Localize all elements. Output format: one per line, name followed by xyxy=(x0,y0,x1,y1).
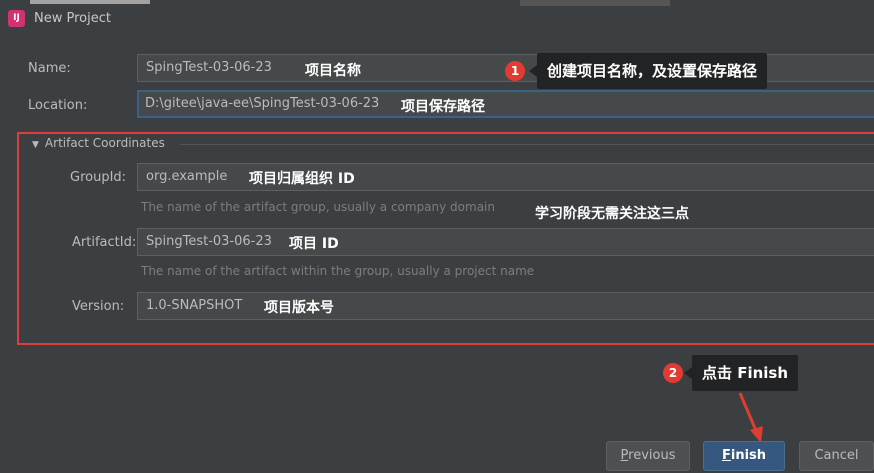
artifactid-field[interactable]: SpingTest-03-06-23 xyxy=(137,228,874,256)
version-value: 1.0-SNAPSHOT xyxy=(146,298,243,313)
groupid-value: org.example xyxy=(146,169,228,184)
section-divider xyxy=(180,144,874,145)
name-label: Name: xyxy=(28,61,71,76)
artifactid-label: ArtifactId: xyxy=(72,235,137,250)
artifactid-annotation: 项目 ID xyxy=(289,236,339,252)
location-value: D:\gitee\java-ee\SpingTest-03-06-23 xyxy=(145,96,380,111)
location-annotation: 项目保存路径 xyxy=(401,99,485,115)
groupid-hint: The name of the artifact group, usually … xyxy=(141,200,495,214)
title-bar-overlay xyxy=(520,0,670,6)
version-label: Version: xyxy=(72,299,125,314)
step-1-callout: 创建项目名称，及设置保存路径 xyxy=(528,53,768,89)
location-field[interactable]: D:\gitee\java-ee\SpingTest-03-06-23 xyxy=(137,90,874,118)
name-annotation: 项目名称 xyxy=(305,63,361,79)
version-annotation: 项目版本号 xyxy=(264,300,334,316)
collapse-triangle-icon[interactable]: ▼ xyxy=(32,140,39,150)
finish-mnemonic: F xyxy=(721,448,731,463)
study-annotation: 学习阶段无需关注这三点 xyxy=(535,206,689,222)
previous-button[interactable]: Previous xyxy=(606,441,690,471)
cancel-button[interactable]: Cancel xyxy=(799,441,874,471)
location-label: Location: xyxy=(28,98,88,113)
groupid-label: GroupId: xyxy=(70,170,127,185)
finish-button[interactable]: Finish xyxy=(703,441,785,471)
title-bar-strip xyxy=(30,0,150,4)
artifactid-value: SpingTest-03-06-23 xyxy=(146,234,272,249)
artifactid-hint: The name of the artifact within the grou… xyxy=(141,264,535,278)
name-value: SpingTest-03-06-23 xyxy=(146,60,272,75)
groupid-field[interactable]: org.example xyxy=(137,163,874,191)
step-2-badge: 2 xyxy=(663,363,683,383)
cancel-label: Cancel xyxy=(814,448,859,463)
finish-label: inish xyxy=(730,448,767,463)
groupid-annotation: 项目归属组织 ID xyxy=(249,171,355,187)
intellij-icon: IJ xyxy=(8,10,25,27)
artifact-section-title: Artifact Coordinates xyxy=(44,136,165,150)
artifact-section-header[interactable]: ▼ Artifact Coordinates xyxy=(32,136,165,150)
window-title: New Project xyxy=(34,11,111,26)
previous-mnemonic: P xyxy=(620,448,629,463)
step-2-callout: 点击 Finish xyxy=(683,355,799,391)
version-field[interactable]: 1.0-SNAPSHOT xyxy=(137,292,874,320)
step-1-badge: 1 xyxy=(505,61,525,81)
previous-label: revious xyxy=(628,448,676,463)
title-bar: IJ New Project xyxy=(0,0,874,40)
